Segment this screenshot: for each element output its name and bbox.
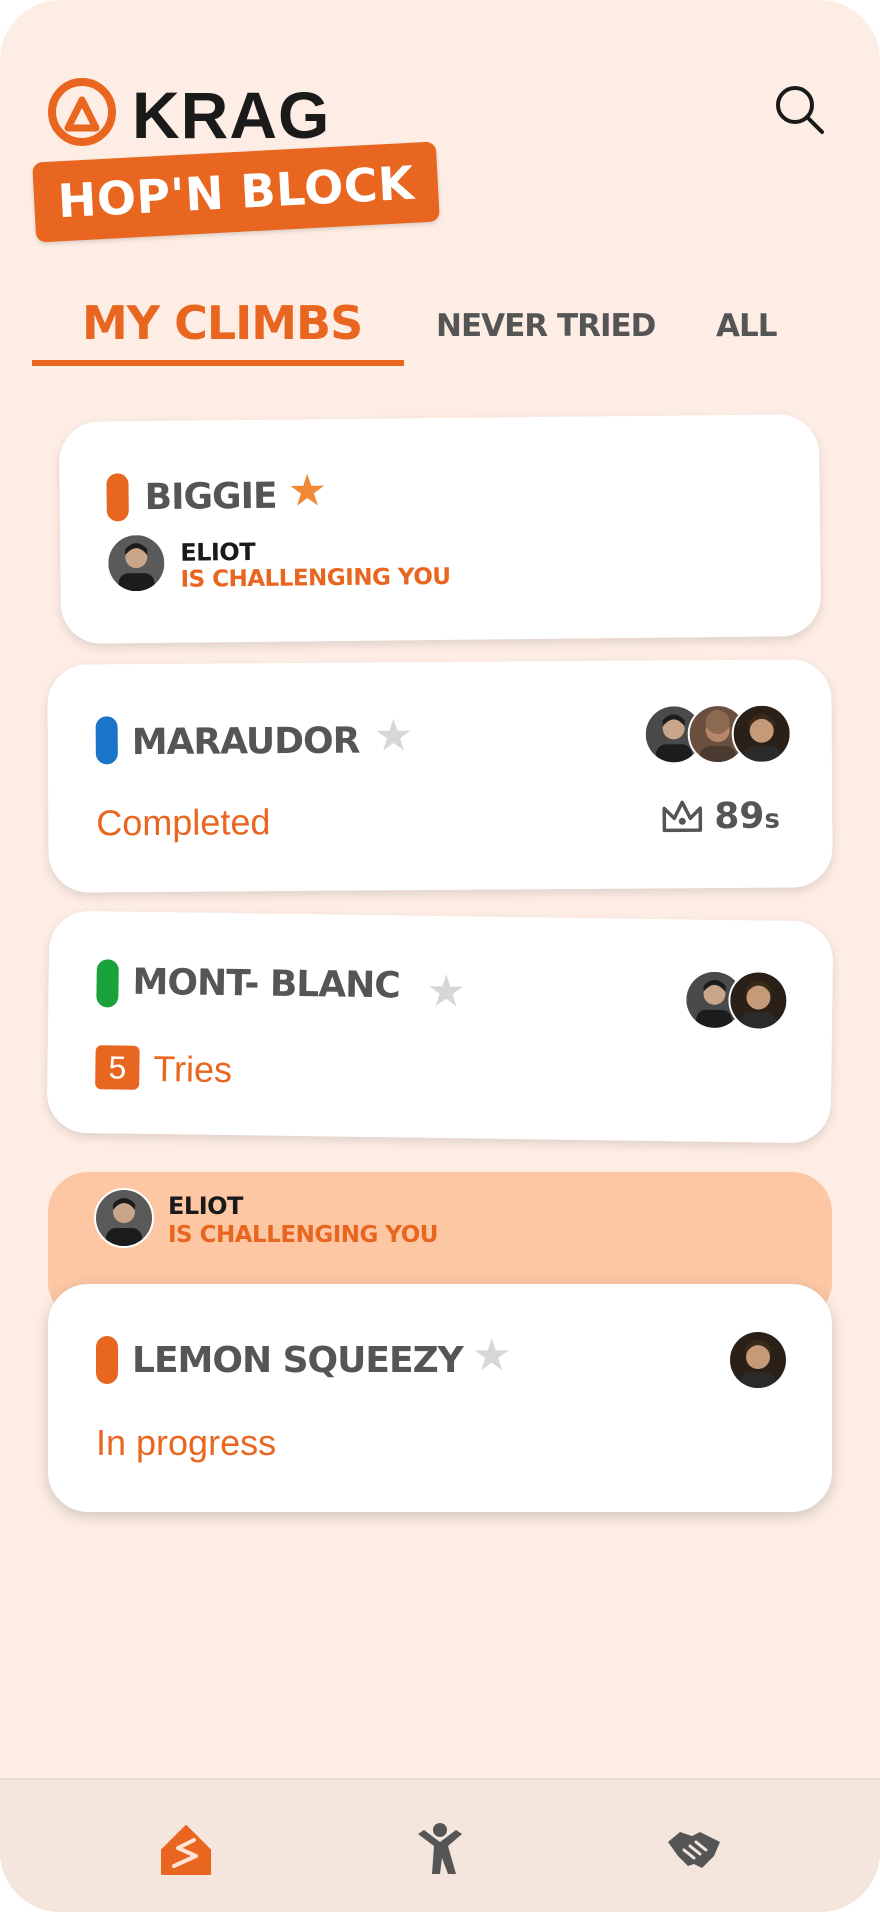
nav-climber[interactable] bbox=[410, 1820, 470, 1880]
krag-logo-icon bbox=[46, 76, 118, 153]
best-time-unit: s bbox=[764, 804, 781, 835]
crown-icon bbox=[660, 796, 704, 836]
challenger-name: ELIOT bbox=[168, 1192, 243, 1220]
climb-card-mont-blanc[interactable]: MONT- BLANC ★ 5 Tries bbox=[46, 910, 834, 1144]
handshake-icon bbox=[668, 1832, 720, 1868]
gym-name-sticker: HOP'N BLOCK bbox=[32, 141, 440, 243]
avatar bbox=[727, 970, 789, 1031]
search-icon bbox=[776, 86, 824, 134]
climb-name: MARAUDOR bbox=[131, 720, 360, 764]
krag-logo: KRAG bbox=[46, 76, 330, 153]
star-icon[interactable]: ★ bbox=[472, 1334, 511, 1378]
bottom-nav bbox=[0, 1778, 880, 1912]
best-time-value: 89 bbox=[714, 795, 765, 838]
grade-color-pill bbox=[95, 716, 118, 765]
climb-name: LEMON SQUEEZY bbox=[132, 1340, 464, 1381]
tab-never-tried[interactable]: NEVER TRIED bbox=[436, 308, 656, 344]
avatar bbox=[731, 703, 792, 764]
tab-active-indicator bbox=[32, 360, 404, 366]
grade-color-pill bbox=[106, 473, 129, 522]
logo-text: KRAG bbox=[132, 77, 331, 152]
status-text: Completed bbox=[96, 801, 271, 844]
climber-icon bbox=[418, 1823, 462, 1874]
climb-card-biggie[interactable]: BIGGIE ★ ELIOT IS CHALLENGING YOU bbox=[58, 414, 822, 644]
tab-all[interactable]: ALL bbox=[716, 308, 777, 344]
star-icon[interactable]: ★ bbox=[426, 967, 466, 1017]
tries-label: Tries bbox=[153, 1048, 233, 1091]
climb-name: MONT- BLANC bbox=[132, 961, 400, 1007]
climb-card-lemon-squeezy[interactable]: LEMON SQUEEZY ★ In progress bbox=[48, 1284, 832, 1512]
gym-name: HOP'N BLOCK bbox=[56, 155, 416, 229]
nav-social[interactable] bbox=[664, 1820, 724, 1880]
challenger-name: ELIOT bbox=[180, 537, 256, 567]
climb-wall-icon bbox=[161, 1825, 211, 1875]
avatar bbox=[94, 1188, 154, 1248]
tries-count-badge: 5 bbox=[95, 1045, 140, 1090]
grade-color-pill bbox=[96, 1336, 118, 1384]
challenge-text: IS CHALLENGING YOU bbox=[180, 563, 451, 593]
status-text: In progress bbox=[96, 1422, 277, 1463]
avatar bbox=[728, 1330, 788, 1390]
best-time: 89s bbox=[714, 796, 780, 837]
star-icon[interactable]: ★ bbox=[374, 711, 414, 760]
app-screen: KRAG HOP'N BLOCK MY CLIMBS NEVER TRIED A… bbox=[0, 0, 880, 1912]
grade-color-pill bbox=[96, 959, 119, 1008]
climb-card-maraudor[interactable]: MARAUDOR ★ Completed 89s bbox=[47, 659, 833, 893]
search-button[interactable] bbox=[772, 82, 828, 138]
challenge-text: IS CHALLENGING YOU bbox=[168, 1222, 438, 1248]
nav-climbs[interactable] bbox=[156, 1820, 216, 1880]
climb-name: BIGGIE bbox=[144, 475, 277, 519]
star-icon[interactable]: ★ bbox=[287, 466, 327, 515]
tab-my-climbs[interactable]: MY CLIMBS bbox=[82, 296, 363, 350]
avatar bbox=[106, 532, 167, 594]
